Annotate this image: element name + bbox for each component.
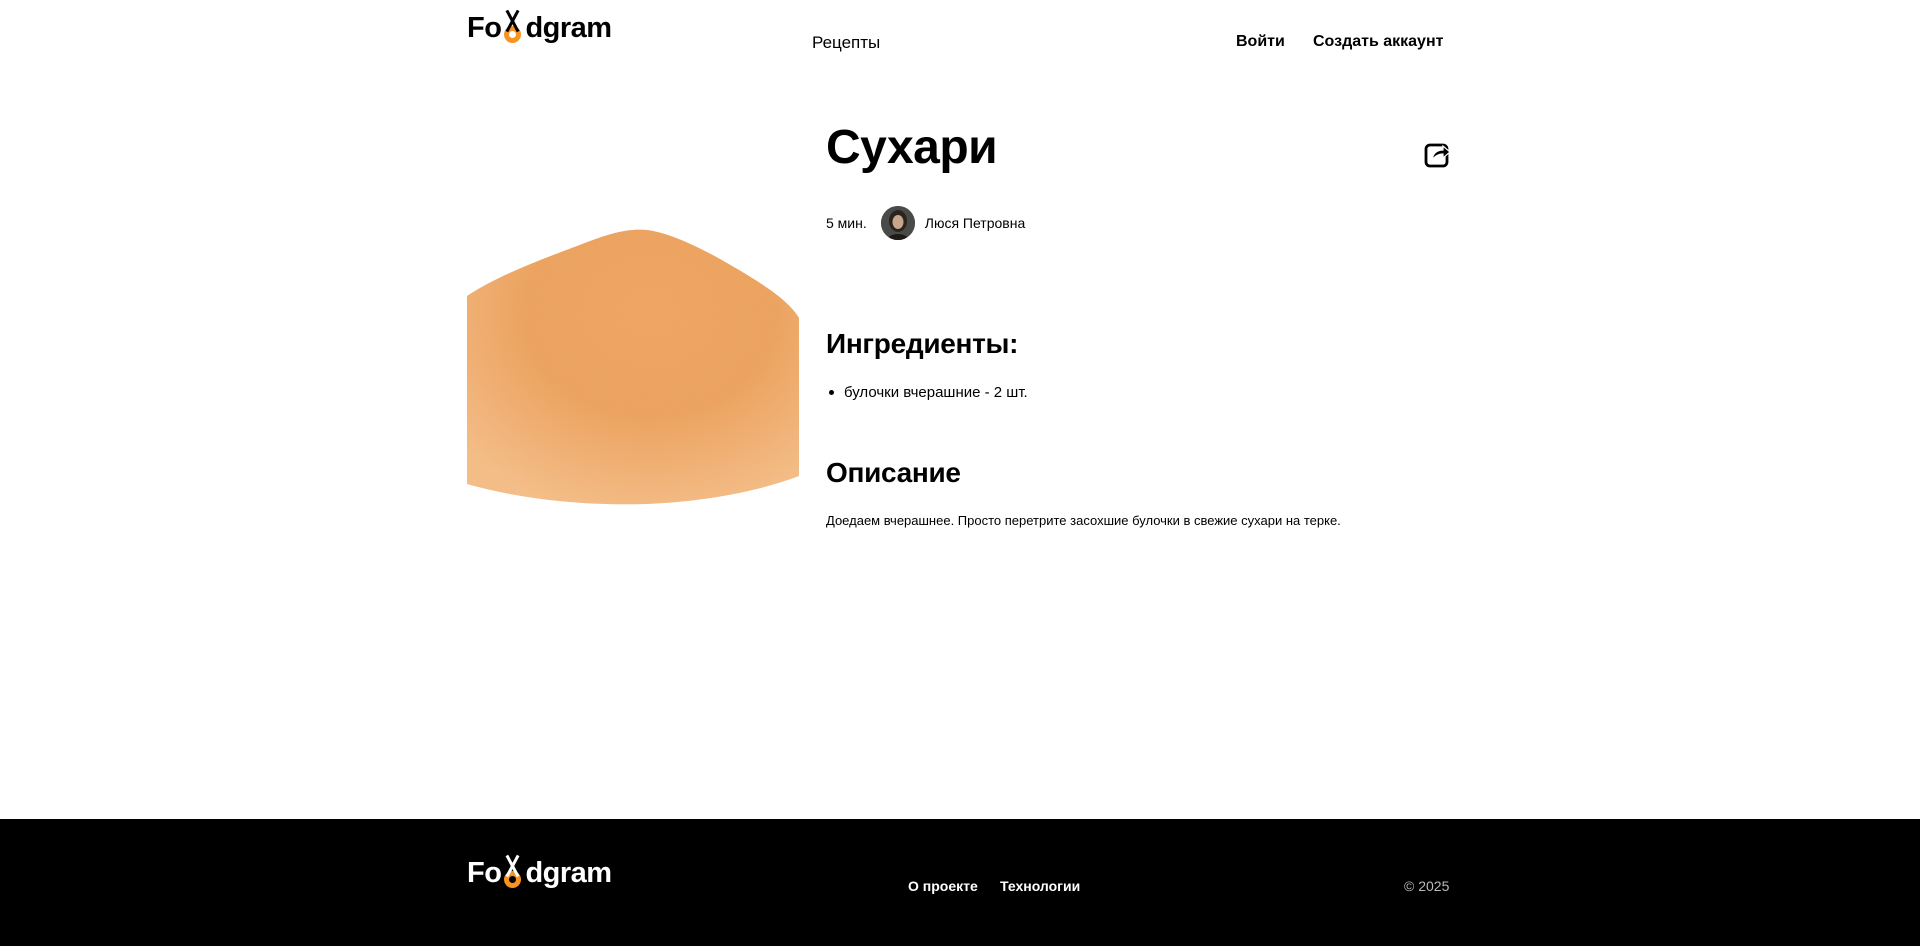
- footer: Fo dgram О проекте Технологии © 2025: [0, 819, 1920, 946]
- ingredients-heading: Ингредиенты:: [826, 328, 1019, 359]
- share-icon[interactable]: [1424, 140, 1452, 168]
- technologies-link[interactable]: Технологии: [1000, 878, 1080, 894]
- logo-text-suffix: dgram: [525, 12, 612, 44]
- signup-link[interactable]: Создать аккаунт: [1313, 33, 1443, 51]
- logo-text-prefix: Fo: [467, 12, 502, 44]
- header-logo[interactable]: Fo dgram: [467, 9, 612, 44]
- ingredients-list: булочки вчерашние - 2 шт.: [826, 384, 1028, 401]
- footer-logo[interactable]: Fo dgram: [467, 854, 612, 889]
- header: Fo dgram Рецепты Войти Создать аккаунт: [0, 0, 1920, 84]
- nav-recipes-link[interactable]: Рецепты: [812, 33, 880, 53]
- login-link[interactable]: Войти: [1236, 33, 1285, 51]
- author-name[interactable]: Люся Петровна: [925, 215, 1025, 231]
- about-link[interactable]: О проекте: [908, 878, 978, 894]
- ingredient-item: булочки вчерашние - 2 шт.: [826, 384, 1028, 401]
- recipe-meta: 5 мин. Люся Петровна: [826, 206, 1025, 240]
- logo-text-prefix: Fo: [467, 857, 502, 889]
- description-text: Доедаем вчерашнее. Просто перетрите засо…: [826, 513, 1341, 528]
- logo-text-suffix: dgram: [525, 857, 612, 889]
- recipe-image: [467, 229, 799, 505]
- description-heading: Описание: [826, 457, 961, 488]
- author-avatar[interactable]: [880, 206, 915, 240]
- cooking-time: 5 мин.: [826, 215, 867, 231]
- chopsticks-icon: [502, 854, 524, 888]
- copyright: © 2025: [1404, 878, 1450, 894]
- recipe-title: Сухари: [826, 121, 998, 174]
- chopsticks-icon: [502, 9, 524, 43]
